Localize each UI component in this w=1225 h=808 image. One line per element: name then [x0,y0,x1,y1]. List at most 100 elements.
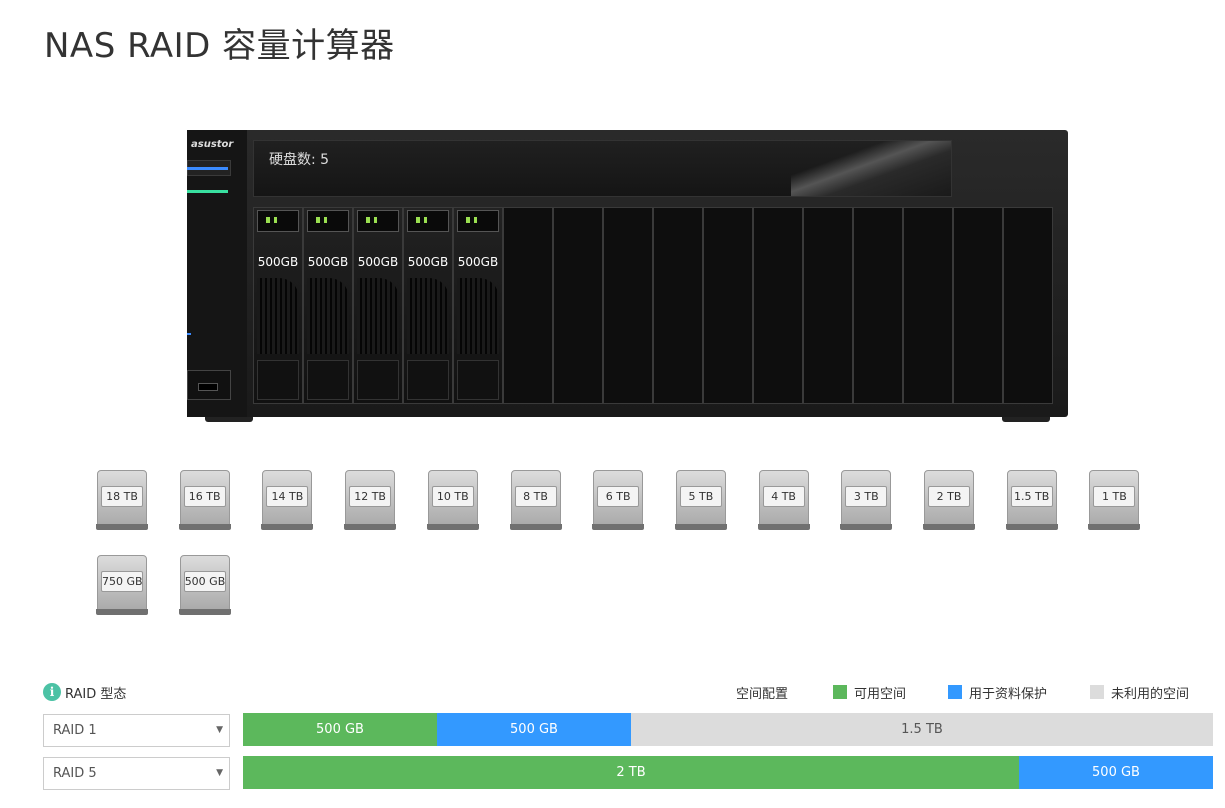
hard-drive-base [96,609,148,615]
disk-option[interactable]: 750 GB [96,555,148,615]
drive-bay-empty[interactable] [503,207,553,404]
disk-option[interactable]: 5 TB [674,470,727,530]
drive-bay-filled[interactable]: 500GB [303,207,353,404]
drive-tray-handle [457,360,499,400]
nas-usb-port [198,383,218,391]
drive-activity-led [316,217,320,223]
capacity-segment-protect: 500 GB [437,713,631,746]
disk-option[interactable]: 18 TB [96,470,148,530]
disk-option[interactable]: 1 TB [1088,470,1141,530]
drive-bay-empty[interactable] [553,207,603,404]
nas-foot-left [205,417,253,422]
drive-bay-filled[interactable]: 500GB [353,207,403,404]
drive-tray-vent [357,278,399,354]
disk-option[interactable]: 16 TB [178,470,231,530]
nas-foot-right [1002,417,1050,422]
drive-bay-empty[interactable] [953,207,1003,404]
chevron-down-icon: ▼ [216,725,223,735]
disk-count-label: 硬盘数: 5 [269,152,330,168]
drive-bay-filled[interactable]: 500GB [453,207,503,404]
raid-type-select-1[interactable]: RAID 1 ▼ [43,714,230,747]
disk-option-label: 1 TB [1093,486,1136,507]
capacity-segment-usable: 500 GB [243,713,437,746]
disk-option[interactable]: 10 TB [426,470,479,530]
disk-option-label: 2 TB [928,486,970,507]
nas-small-led [187,333,191,335]
nas-device: asustor 硬盘数: 5 500GB 500GB 500GB 500GB 500GB [187,130,1068,417]
nas-display-panel: 硬盘数: 5 [253,140,952,197]
drive-bay-empty[interactable] [853,207,903,404]
drive-bay-empty[interactable] [703,207,753,404]
drive-tray-handle [357,360,399,400]
legend-label-protect: 用于资料保护 [969,686,1048,702]
hard-drive-base [261,524,314,530]
legend-title-label: 空间配置 [736,686,789,702]
disk-option-label: 10 TB [431,486,474,507]
drive-bay-filled[interactable]: 500GB [403,207,453,404]
disk-option[interactable]: 14 TB [261,470,314,530]
drive-latch [307,210,349,232]
disk-option[interactable]: 2 TB [923,470,975,530]
hard-drive-base [674,524,727,530]
raid-type-value: RAID 1 [53,723,97,738]
drive-status-led [424,217,427,223]
drive-bay-empty[interactable] [653,207,703,404]
drive-status-led [474,217,477,223]
drive-bay-empty[interactable] [803,207,853,404]
capacity-segment-unused: 1.5 TB [631,713,1213,746]
disk-option-label: 3 TB [845,486,888,507]
drive-bay-empty[interactable] [903,207,953,404]
disk-option[interactable]: 500 GB [178,555,231,615]
legend-label-unused: 未利用的空间 [1111,686,1190,702]
drive-activity-led [266,217,270,223]
drive-bay-empty[interactable] [1003,207,1053,404]
raid-type-select-2[interactable]: RAID 5 ▼ [43,757,230,790]
page-title: NAS RAID 容量计算器 [44,26,395,66]
hard-drive-base [426,524,479,530]
legend-swatch-unused [1090,685,1104,699]
hard-drive-base [344,524,397,530]
raid-type-heading-label: RAID 型态 [65,686,127,702]
nas-network-led [187,190,228,193]
drive-tray-vent [457,278,499,354]
disk-option-label: 5 TB [679,486,722,507]
capacity-bar-raid-5: 2 TB 500 GB [243,756,1213,789]
disk-option[interactable]: 4 TB [757,470,810,530]
drive-tray-handle [257,360,299,400]
hard-drive-base [178,524,231,530]
hard-drive-base [592,524,645,530]
disk-option[interactable]: 6 TB [592,470,645,530]
drive-latch [257,210,299,232]
hard-drive-base [1005,524,1058,530]
hard-drive-base [840,524,893,530]
disk-option-label: 8 TB [514,486,557,507]
disk-option[interactable]: 8 TB [509,470,562,530]
drive-capacity-label: 500GB [457,255,499,269]
hard-drive-base [178,609,231,615]
disk-option[interactable]: 1.5 TB [1005,470,1058,530]
hard-drive-base [509,524,562,530]
drive-bay-empty[interactable] [603,207,653,404]
drive-status-led [324,217,327,223]
drive-latch [457,210,499,232]
disk-option-label: 12 TB [349,486,392,507]
legend-item-protect: 用于资料保护 [948,683,1048,702]
disk-option-label: 14 TB [266,486,309,507]
legend-item-unused: 未利用的空间 [1090,683,1190,702]
nas-front-left-panel: asustor [187,130,247,417]
info-icon[interactable]: i [43,683,61,701]
drive-bay-empty[interactable] [753,207,803,404]
disk-option[interactable]: 12 TB [344,470,397,530]
legend-item-usable: 可用空间 [833,683,906,702]
hard-drive-base [923,524,975,530]
drive-latch [407,210,449,232]
drive-status-led [374,217,377,223]
hard-drive-base [96,524,148,530]
drive-bay-filled[interactable]: 500GB [253,207,303,404]
disk-option[interactable]: 3 TB [840,470,893,530]
legend-title: 空间配置 [736,683,789,702]
disk-option-label: 1.5 TB [1010,486,1053,507]
capacity-bar-raid-1: 500 GB 500 GB 1.5 TB [243,713,1213,746]
raid-type-value: RAID 5 [53,766,97,781]
hard-drive-base [757,524,810,530]
